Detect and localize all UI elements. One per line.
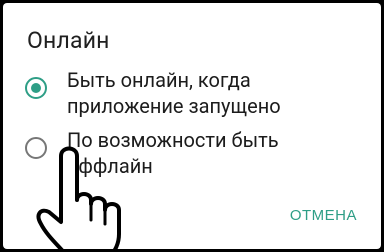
dialog-title: Онлайн (27, 27, 110, 54)
cancel-button[interactable]: ОТМЕНА (290, 207, 357, 224)
pointing-hand-icon (36, 146, 121, 249)
option-label: Быть онлайн, когда приложение запущено (67, 68, 281, 118)
option-online-when-running[interactable]: Быть онлайн, когда приложение запущено (25, 67, 303, 119)
radio-button-selected[interactable] (25, 77, 47, 99)
dialog: Онлайн Быть онлайн, когда приложение зап… (3, 3, 381, 249)
